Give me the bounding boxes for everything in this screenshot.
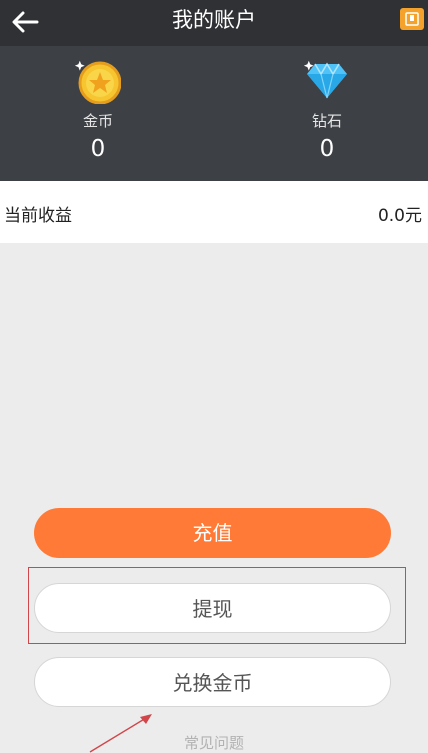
diamond-stat[interactable]: 钻石 0 <box>257 46 397 181</box>
diamond-value: 0 <box>319 136 335 162</box>
diamond-icon <box>304 60 347 99</box>
gold-stat[interactable]: 金币 0 <box>28 46 168 181</box>
header-bar: 我的账户 <box>0 0 428 46</box>
gold-value: 0 <box>90 136 106 162</box>
menu-button[interactable] <box>400 8 424 30</box>
menu-icon <box>405 12 419 26</box>
earnings-value: 0.0元 <box>377 206 422 226</box>
recharge-button[interactable]: 充值 <box>34 508 391 558</box>
diamond-label: 钻石 <box>311 112 342 130</box>
account-stats-panel: 金币 0 钻石 0 <box>0 46 428 181</box>
withdraw-button[interactable]: 提现 <box>34 583 391 633</box>
exchange-gold-button[interactable]: 兑换金币 <box>34 657 391 707</box>
earnings-label: 当前收益 <box>4 206 72 226</box>
page-title: 我的账户 <box>172 8 256 32</box>
faq-link[interactable]: 常见问题 <box>0 732 428 753</box>
gold-coin-icon <box>75 60 121 104</box>
gold-label: 金币 <box>82 112 113 130</box>
current-earnings-row: 当前收益 0.0元 <box>0 181 428 243</box>
